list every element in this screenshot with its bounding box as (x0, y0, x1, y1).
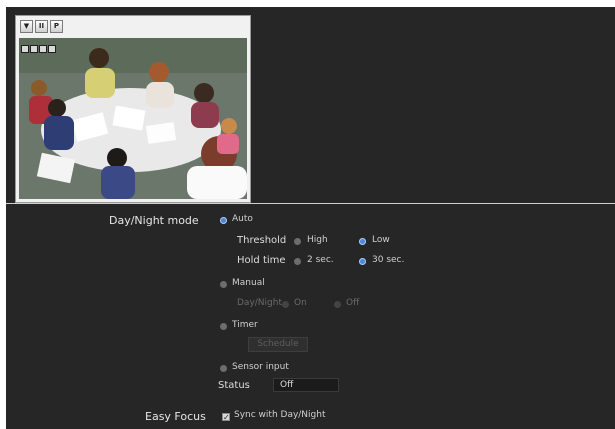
timer-radio[interactable] (220, 323, 227, 330)
manual-off-label: Off (346, 298, 360, 308)
hold-30sec-label: 30 sec. (372, 255, 405, 265)
manual-on-radio[interactable] (282, 301, 289, 308)
auto-label: Auto (232, 214, 253, 224)
threshold-low-radio[interactable] (359, 238, 366, 245)
threshold-high-radio[interactable] (294, 238, 301, 245)
hold-2sec-label: 2 sec. (307, 255, 334, 265)
manual-on-label: On (294, 298, 307, 308)
classroom-scene-image (19, 38, 247, 199)
auto-radio[interactable] (220, 217, 227, 224)
section-divider (6, 203, 615, 204)
camera-settings-page: ▼ II P Day/Night mode Auto Threshold Hig… (6, 7, 615, 429)
threshold-high-label: High (307, 235, 328, 245)
threshold-low-label: Low (372, 235, 390, 245)
manual-off-radio[interactable] (334, 301, 341, 308)
ptz-controls (21, 45, 56, 53)
zoom-icon[interactable] (30, 45, 38, 53)
pan-right-icon[interactable] (48, 45, 56, 53)
hold-30sec-radio[interactable] (359, 258, 366, 265)
sensor-input-radio[interactable] (220, 365, 227, 372)
hold-time-label: Hold time (237, 255, 286, 266)
pan-left-icon[interactable] (21, 45, 29, 53)
sensor-input-label: Sensor input (232, 362, 289, 372)
manual-daynight-label: Day/Night (237, 298, 282, 308)
sync-day-night-label: Sync with Day/Night (234, 410, 326, 420)
manual-label: Manual (232, 278, 265, 288)
pause-button[interactable]: II (35, 20, 48, 33)
timer-label: Timer (232, 320, 258, 330)
schedule-button[interactable]: Schedule (248, 337, 308, 352)
status-label: Status (218, 380, 250, 391)
live-view-panel: ▼ II P (15, 15, 251, 203)
threshold-label: Threshold (237, 235, 287, 246)
preset-button[interactable]: P (50, 20, 63, 33)
live-view-toolbar: ▼ II P (20, 20, 63, 33)
easy-focus-label: Easy Focus (145, 410, 206, 423)
sync-day-night-checkbox[interactable]: ✓ (222, 413, 230, 422)
manual-radio[interactable] (220, 281, 227, 288)
focus-icon[interactable] (39, 45, 47, 53)
status-field: Off (273, 378, 339, 392)
menu-dropdown-button[interactable]: ▼ (20, 20, 33, 33)
day-night-mode-label: Day/Night mode (109, 214, 199, 227)
hold-2sec-radio[interactable] (294, 258, 301, 265)
live-camera-image[interactable] (19, 38, 247, 199)
